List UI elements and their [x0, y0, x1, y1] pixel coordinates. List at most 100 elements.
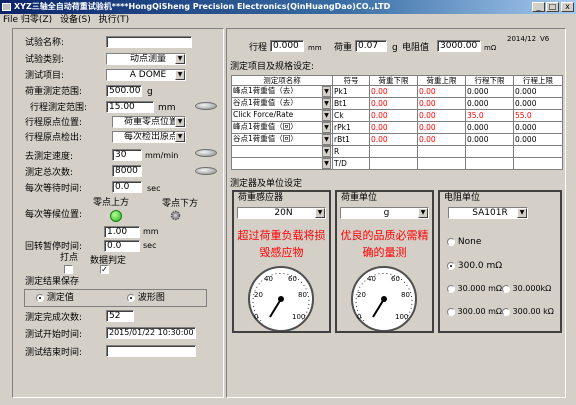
radio-icon[interactable]: [447, 237, 455, 246]
radio-icon[interactable]: [127, 293, 135, 302]
load-max-cell[interactable]: [417, 157, 466, 171]
chevron-down-icon[interactable]: ▼: [175, 132, 185, 142]
travel-max-cell[interactable]: [513, 145, 563, 159]
chevron-down-icon[interactable]: ▼: [322, 122, 331, 133]
menu-execute[interactable]: 执行(T): [99, 15, 130, 25]
res-option-300m2[interactable]: 300.00 mΩ: [447, 307, 502, 317]
row-name-cell[interactable]: Click Force/Rate ▼: [231, 109, 333, 123]
save-value-option[interactable]: 测定值: [36, 293, 74, 303]
end-input[interactable]: [106, 345, 196, 357]
test-name-input[interactable]: [106, 36, 192, 48]
res-option-300k[interactable]: 300.00 kΩ: [502, 307, 554, 317]
row-name-cell[interactable]: ▼: [231, 157, 333, 171]
chevron-down-icon[interactable]: ▼: [418, 208, 428, 218]
travel-origin-value: 荷重零点位置: [123, 117, 178, 127]
chevron-down-icon[interactable]: ▼: [322, 146, 331, 157]
load-range-input[interactable]: 500.00: [106, 85, 142, 97]
toggle-knob-icon[interactable]: [195, 149, 217, 157]
travel-max-cell[interactable]: 0.000: [513, 121, 563, 135]
row-name-cell[interactable]: ▼: [231, 145, 333, 159]
judge-checkbox[interactable]: ✓: [100, 265, 109, 274]
load-max-cell[interactable]: [417, 145, 466, 159]
gear-icon: [170, 210, 181, 221]
load-min-cell[interactable]: 0.00: [369, 109, 418, 123]
travel-max-cell[interactable]: 0.000: [513, 85, 563, 99]
wait-input[interactable]: 0.0: [112, 181, 142, 193]
radio-icon[interactable]: [447, 284, 455, 293]
travel-min-cell[interactable]: 0.000: [465, 133, 514, 147]
chevron-down-icon[interactable]: ▼: [517, 208, 527, 218]
row-name-cell[interactable]: 谷点1荷重值（去） ▼: [231, 97, 333, 111]
test-type-select[interactable]: 动点测量 ▼: [106, 53, 186, 65]
travel-max-cell[interactable]: 55.0: [513, 109, 563, 123]
load-max-cell[interactable]: 0.00: [417, 121, 466, 135]
end-label: 测试结束时间:: [25, 348, 83, 358]
radio-icon[interactable]: [447, 261, 455, 270]
load-min-cell[interactable]: [369, 157, 418, 171]
speed-input[interactable]: 30: [112, 149, 142, 161]
chevron-down-icon[interactable]: ▼: [322, 158, 331, 169]
minimize-button[interactable]: _: [532, 2, 545, 12]
load-unit-select[interactable]: g ▼: [340, 207, 429, 219]
load-max-cell[interactable]: 0.00: [417, 133, 466, 147]
test-item-value: A DOME: [129, 70, 167, 80]
radio-icon[interactable]: [502, 307, 510, 316]
load-min-cell[interactable]: [369, 145, 418, 159]
toggle-knob-icon[interactable]: [195, 102, 217, 110]
res-option-none[interactable]: None: [447, 237, 481, 247]
wait-pos-input[interactable]: 1.00: [104, 226, 140, 238]
pause-input[interactable]: 0.0: [104, 240, 140, 252]
res-option-300m[interactable]: 300.0 mΩ: [447, 261, 502, 271]
maximize-button[interactable]: □: [546, 2, 559, 12]
travel-min-cell[interactable]: [465, 145, 514, 159]
travel-min-cell[interactable]: 0.000: [465, 85, 514, 99]
row-name: 谷点1荷重值（回）: [233, 134, 298, 144]
load-max-cell[interactable]: 0.00: [417, 109, 466, 123]
load-min-cell[interactable]: 0.00: [369, 121, 418, 135]
chevron-down-icon[interactable]: ▼: [175, 70, 185, 80]
radio-icon[interactable]: [447, 307, 455, 316]
res-option-30k[interactable]: 30.000kΩ: [502, 284, 551, 294]
travel-max-cell[interactable]: 0.000: [513, 97, 563, 111]
radio-icon[interactable]: [502, 284, 510, 293]
travel-min-cell[interactable]: 0.000: [465, 97, 514, 111]
menu-device[interactable]: 设备(S): [60, 15, 91, 25]
radio-icon[interactable]: [36, 293, 44, 302]
start-input[interactable]: 2015/01/22 10:30:00: [106, 327, 196, 339]
load-min-cell[interactable]: 0.00: [369, 133, 418, 147]
menu-file[interactable]: File 归零(Z): [3, 15, 52, 25]
chevron-down-icon[interactable]: ▼: [322, 98, 331, 109]
chevron-down-icon[interactable]: ▼: [175, 117, 185, 127]
chevron-down-icon[interactable]: ▼: [322, 134, 331, 145]
done-input[interactable]: 52: [106, 310, 134, 322]
load-max-cell[interactable]: 0.00: [417, 85, 466, 99]
res-option-30m[interactable]: 30.000 mΩ: [447, 284, 502, 294]
origin-detect-select[interactable]: 每次检出原点 ▼: [112, 131, 186, 143]
travel-max-cell[interactable]: 0.000: [513, 133, 563, 147]
row-name-cell[interactable]: 谷点1荷重值（回） ▼: [231, 133, 333, 147]
chevron-down-icon[interactable]: ▼: [322, 110, 331, 121]
travel-min-cell[interactable]: 35.0: [465, 109, 514, 123]
test-item-select[interactable]: A DOME ▼: [106, 69, 186, 81]
travel-max-cell[interactable]: [513, 157, 563, 171]
row-name-cell[interactable]: 峰点1荷重值（去） ▼: [231, 85, 333, 99]
travel-min-cell[interactable]: [465, 157, 514, 171]
save-wave-option[interactable]: 波形图: [127, 293, 165, 303]
res-unit-select[interactable]: SA101R ▼: [448, 207, 528, 219]
travel-origin-select[interactable]: 荷重零点位置 ▼: [112, 116, 186, 128]
load-min-cell[interactable]: 0.00: [369, 97, 418, 111]
row-name-cell[interactable]: 峰点1荷重值（回） ▼: [231, 121, 333, 135]
toggle-knob-icon[interactable]: [195, 167, 217, 175]
travel-min-cell[interactable]: 0.000: [465, 121, 514, 135]
dot-checkbox[interactable]: [64, 265, 73, 274]
row-symbol: Ck: [332, 109, 370, 123]
chevron-down-icon[interactable]: ▼: [322, 86, 331, 97]
chevron-down-icon[interactable]: ▼: [175, 54, 185, 64]
total-input[interactable]: 8000: [112, 165, 142, 177]
load-min-cell[interactable]: 0.00: [369, 85, 418, 99]
chevron-down-icon[interactable]: ▼: [315, 208, 325, 218]
close-button[interactable]: x: [561, 2, 574, 12]
load-sensor-select[interactable]: 20N ▼: [237, 207, 326, 219]
load-max-cell[interactable]: 0.00: [417, 97, 466, 111]
travel-range-input[interactable]: 15.00: [106, 101, 154, 113]
